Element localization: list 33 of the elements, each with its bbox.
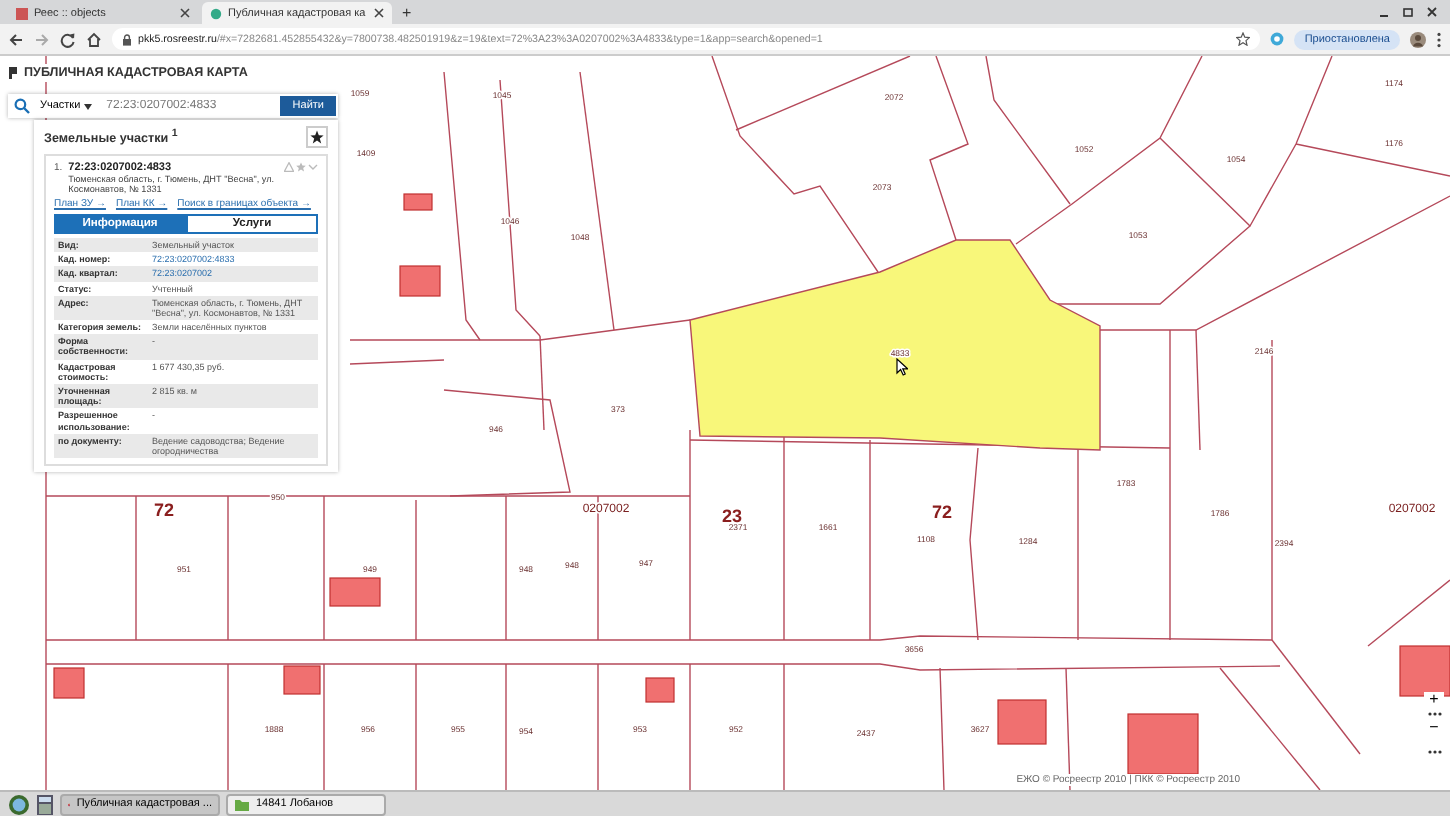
district-number: 23	[722, 506, 742, 526]
building[interactable]	[1399, 645, 1450, 697]
star-icon[interactable]	[1236, 32, 1251, 46]
district-number: 72	[932, 502, 952, 522]
close-icon[interactable]	[1426, 6, 1438, 18]
selected-parcel[interactable]	[689, 239, 1101, 451]
menu-dots-icon[interactable]	[1436, 31, 1442, 47]
more-dots-icon[interactable]	[1425, 710, 1443, 718]
page-icon	[210, 7, 222, 19]
favorite-button[interactable]	[306, 126, 328, 148]
close-icon[interactable]	[180, 8, 190, 18]
reload-icon[interactable]	[60, 31, 76, 47]
lock-icon	[122, 33, 132, 45]
more-dots-icon[interactable]	[1425, 746, 1443, 758]
home-icon[interactable]	[86, 31, 102, 47]
page-icon	[16, 7, 28, 19]
start-orb-icon[interactable]	[8, 793, 30, 815]
star-icon	[310, 130, 324, 144]
zoom-in-button[interactable]: +	[1424, 692, 1444, 708]
close-icon[interactable]	[374, 8, 384, 18]
map-logo-icon	[8, 66, 18, 80]
caret-icon	[84, 103, 93, 109]
district-number: 72	[154, 500, 174, 520]
search-icon[interactable]	[14, 98, 30, 114]
back-arrow-icon[interactable]	[8, 31, 24, 47]
calculator-icon[interactable]	[36, 793, 54, 815]
cursor-icon	[896, 358, 908, 376]
new-tab-button[interactable]: +	[396, 6, 418, 22]
star-icon[interactable]	[296, 162, 306, 172]
folder-icon	[234, 797, 250, 811]
avatar-icon[interactable]	[1410, 31, 1426, 47]
extension-icon[interactable]	[1270, 32, 1285, 46]
restore-icon[interactable]	[1402, 6, 1414, 18]
